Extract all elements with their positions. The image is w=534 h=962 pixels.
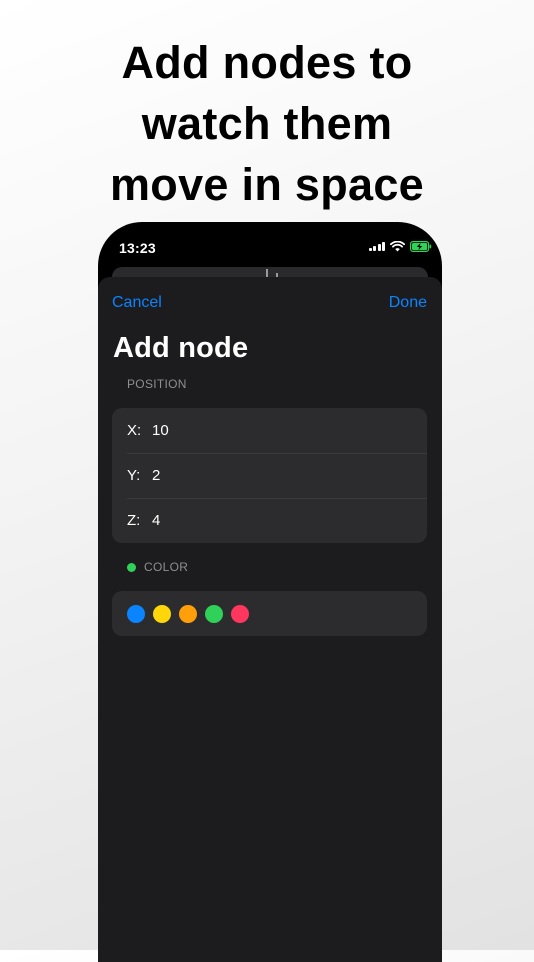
z-field-row[interactable]: Z: 4 — [112, 498, 427, 543]
status-icons — [368, 239, 433, 253]
battery-charging-icon — [410, 240, 432, 252]
add-node-sheet: Cancel Done Add node POSITION X: 10 Y: 2… — [98, 277, 442, 962]
color-swatch-blue[interactable] — [127, 604, 145, 623]
color-swatch-yellow[interactable] — [153, 604, 171, 623]
done-button[interactable]: Done — [389, 294, 427, 312]
x-field-row[interactable]: X: 10 — [112, 408, 427, 453]
cancel-button[interactable]: Cancel — [112, 294, 162, 312]
y-field-row[interactable]: Y: 2 — [112, 453, 427, 498]
phone-frame: 13:23 Cancel Done Add node POSITION X: 1… — [98, 222, 442, 962]
color-swatch-pink[interactable] — [231, 604, 249, 623]
page-title: Add node — [113, 332, 249, 364]
headline-line-3: move in space — [109, 159, 425, 210]
z-field[interactable]: 4 — [152, 512, 427, 529]
y-field[interactable]: 2 — [152, 467, 427, 484]
x-field[interactable]: 10 — [152, 422, 427, 439]
color-section-label: COLOR — [144, 560, 189, 574]
color-swatch-orange[interactable] — [179, 604, 197, 623]
status-time: 13:23 — [119, 240, 156, 256]
color-picker-group — [112, 591, 427, 636]
wifi-icon — [390, 240, 405, 252]
position-fields-group: X: 10 Y: 2 Z: 4 — [112, 408, 427, 543]
color-swatch-green[interactable] — [205, 604, 223, 623]
x-field-label: X: — [127, 422, 142, 439]
y-field-label: Y: — [127, 467, 141, 484]
status-bar: 13:23 — [98, 222, 442, 268]
z-field-label: Z: — [127, 512, 141, 529]
position-section-label: POSITION — [127, 377, 187, 391]
headline-line-1: Add nodes to — [121, 37, 413, 88]
promo-headline: Add nodes to watch them move in space — [0, 32, 534, 215]
headline-line-2: watch them — [141, 98, 393, 149]
selected-color-indicator — [127, 563, 136, 572]
cellular-signal-icon — [368, 241, 385, 251]
